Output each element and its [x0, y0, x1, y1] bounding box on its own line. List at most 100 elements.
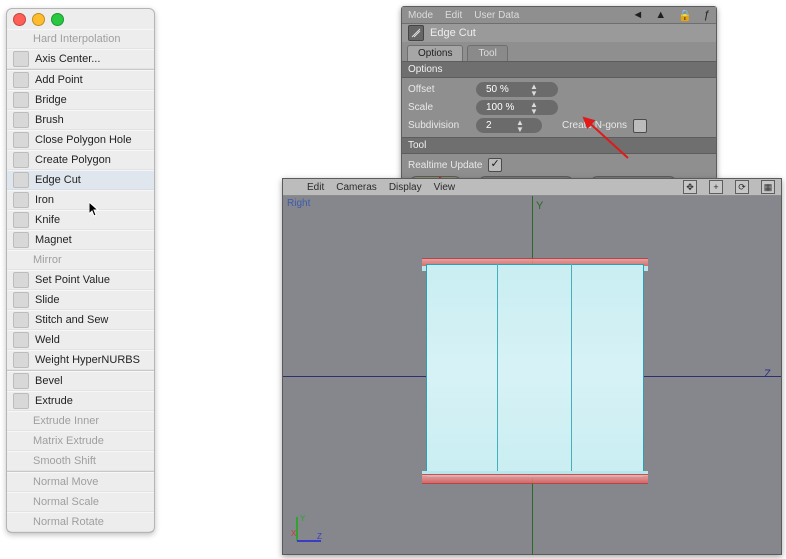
offset-input[interactable] — [484, 83, 530, 96]
vp-zoom-icon[interactable]: + — [709, 180, 723, 194]
menu-item-label: Magnet — [35, 234, 72, 246]
menu-item-stitch-and-sew[interactable]: Stitch and Sew — [7, 310, 154, 330]
tool-icon — [13, 51, 29, 67]
close-icon[interactable] — [13, 13, 26, 26]
menu-item-label: Knife — [35, 214, 60, 226]
vp-menu-edit[interactable]: Edit — [307, 182, 324, 193]
menu-item-bevel[interactable]: Bevel — [7, 371, 154, 391]
viewport-canvas[interactable]: Right Y Z Y X Z — [283, 196, 781, 555]
menu-mode[interactable]: Mode — [408, 10, 433, 21]
menu-item-label: Set Point Value — [35, 274, 110, 286]
function-icon[interactable]: ƒ — [704, 9, 710, 21]
tool-icon — [13, 434, 27, 448]
menu-item-iron[interactable]: Iron — [7, 190, 154, 210]
subdivision-input[interactable] — [484, 119, 516, 132]
tool-icon — [13, 112, 29, 128]
svg-text:X: X — [291, 529, 297, 538]
tool-icon — [13, 352, 29, 368]
menu-item-extrude[interactable]: Extrude — [7, 391, 154, 411]
menu-item-knife[interactable]: Knife — [7, 210, 154, 230]
tool-icon — [13, 393, 29, 409]
menu-item-brush[interactable]: Brush — [7, 110, 154, 130]
menu-item-slide[interactable]: Slide — [7, 290, 154, 310]
menu-item-close-polygon-hole[interactable]: Close Polygon Hole — [7, 130, 154, 150]
vp-layout-icon[interactable]: ▦ — [761, 180, 775, 194]
menu-item-normal-rotate: Normal Rotate — [7, 512, 154, 532]
zoom-icon[interactable] — [51, 13, 64, 26]
create-ngons-checkbox[interactable] — [633, 119, 647, 133]
cube-wireframe — [422, 258, 648, 484]
lock-icon[interactable]: 🔒 — [678, 9, 692, 22]
menu-userdata[interactable]: User Data — [474, 10, 519, 21]
viewport-label: Right — [287, 198, 310, 209]
menu-item-label: Bridge — [35, 94, 67, 106]
tool-icon — [13, 232, 29, 248]
vp-menu-display[interactable]: Display — [389, 182, 422, 193]
axis-y-label: Y — [536, 200, 543, 212]
menu-item-add-point[interactable]: Add Point — [7, 70, 154, 90]
menu-item-label: Smooth Shift — [33, 455, 96, 467]
menu-item-extrude-inner: Extrude Inner — [7, 411, 154, 431]
tool-icon — [13, 332, 29, 348]
tool-icon — [13, 212, 29, 228]
menu-edit[interactable]: Edit — [445, 10, 462, 21]
attr-title: Edge Cut — [402, 24, 716, 42]
stepper-icon[interactable]: ▲▼ — [516, 119, 524, 133]
subdivision-field[interactable]: ▲▼ — [476, 118, 542, 133]
up-icon[interactable]: ▲ — [655, 9, 666, 21]
attr-menubar: Mode Edit User Data ◄ ▲ 🔒 ƒ — [402, 7, 716, 24]
section-options: Options — [402, 61, 716, 78]
menu-item-label: Mirror — [33, 254, 62, 266]
tool-icon — [13, 475, 27, 489]
tool-icon — [13, 515, 27, 529]
menu-item-label: Extrude — [35, 395, 73, 407]
nav-back-icon[interactable]: ◄ — [632, 9, 643, 21]
svg-text:Z: Z — [317, 532, 322, 541]
realtime-checkbox[interactable] — [488, 158, 502, 172]
menu-item-weld[interactable]: Weld — [7, 330, 154, 350]
menu-item-label: Bevel — [35, 375, 63, 387]
menu-item-label: Weld — [35, 334, 60, 346]
vp-menu-cameras[interactable]: Cameras — [336, 182, 377, 193]
vp-rotate-icon[interactable]: ⟳ — [735, 180, 749, 194]
menu-item-set-point-value[interactable]: Set Point Value — [7, 270, 154, 290]
menu-item-label: Iron — [35, 194, 54, 206]
menu-item-edge-cut[interactable]: Edge Cut — [7, 170, 154, 190]
axis-z-label: Z — [764, 368, 771, 380]
scale-input[interactable] — [484, 101, 530, 114]
tool-icon — [13, 414, 27, 428]
menu-item-bridge[interactable]: Bridge — [7, 90, 154, 110]
menu-item-axis-center[interactable]: Axis Center... — [7, 49, 154, 69]
tool-icon — [13, 312, 29, 328]
menu-item-normal-scale: Normal Scale — [7, 492, 154, 512]
viewport: Edit Cameras Display View ✥ + ⟳ ▦ Right … — [282, 178, 782, 555]
menu-item-label: Brush — [35, 114, 64, 126]
tool-icon — [13, 253, 27, 267]
offset-field[interactable]: ▲▼ — [476, 82, 558, 97]
menu-item-label: Add Point — [35, 74, 83, 86]
stepper-icon[interactable]: ▲▼ — [530, 101, 538, 115]
scale-field[interactable]: ▲▼ — [476, 100, 558, 115]
tool-icon — [13, 292, 29, 308]
menu-item-label: Edge Cut — [35, 174, 81, 186]
tool-icon — [13, 152, 29, 168]
stepper-icon[interactable]: ▲▼ — [530, 83, 538, 97]
subdivision-label: Subdivision — [408, 120, 470, 131]
menu-item-label: Slide — [35, 294, 59, 306]
tool-icon — [13, 454, 27, 468]
menu-item-weight-hypernurbs[interactable]: Weight HyperNURBS — [7, 350, 154, 370]
vp-move-icon[interactable]: ✥ — [683, 180, 697, 194]
menu-item-label: Create Polygon — [35, 154, 111, 166]
tab-options[interactable]: Options — [407, 45, 463, 61]
menu-item-create-polygon[interactable]: Create Polygon — [7, 150, 154, 170]
realtime-label: Realtime Update — [408, 160, 482, 171]
scale-label: Scale — [408, 102, 470, 113]
tool-icon — [13, 495, 27, 509]
menu-item-magnet[interactable]: Magnet — [7, 230, 154, 250]
tab-tool[interactable]: Tool — [467, 45, 507, 61]
menu-item-label: Matrix Extrude — [33, 435, 104, 447]
mini-axis-gizmo: Y X Z — [291, 511, 327, 547]
menu-item-normal-move: Normal Move — [7, 472, 154, 492]
vp-menu-view[interactable]: View — [434, 182, 456, 193]
minimize-icon[interactable] — [32, 13, 45, 26]
